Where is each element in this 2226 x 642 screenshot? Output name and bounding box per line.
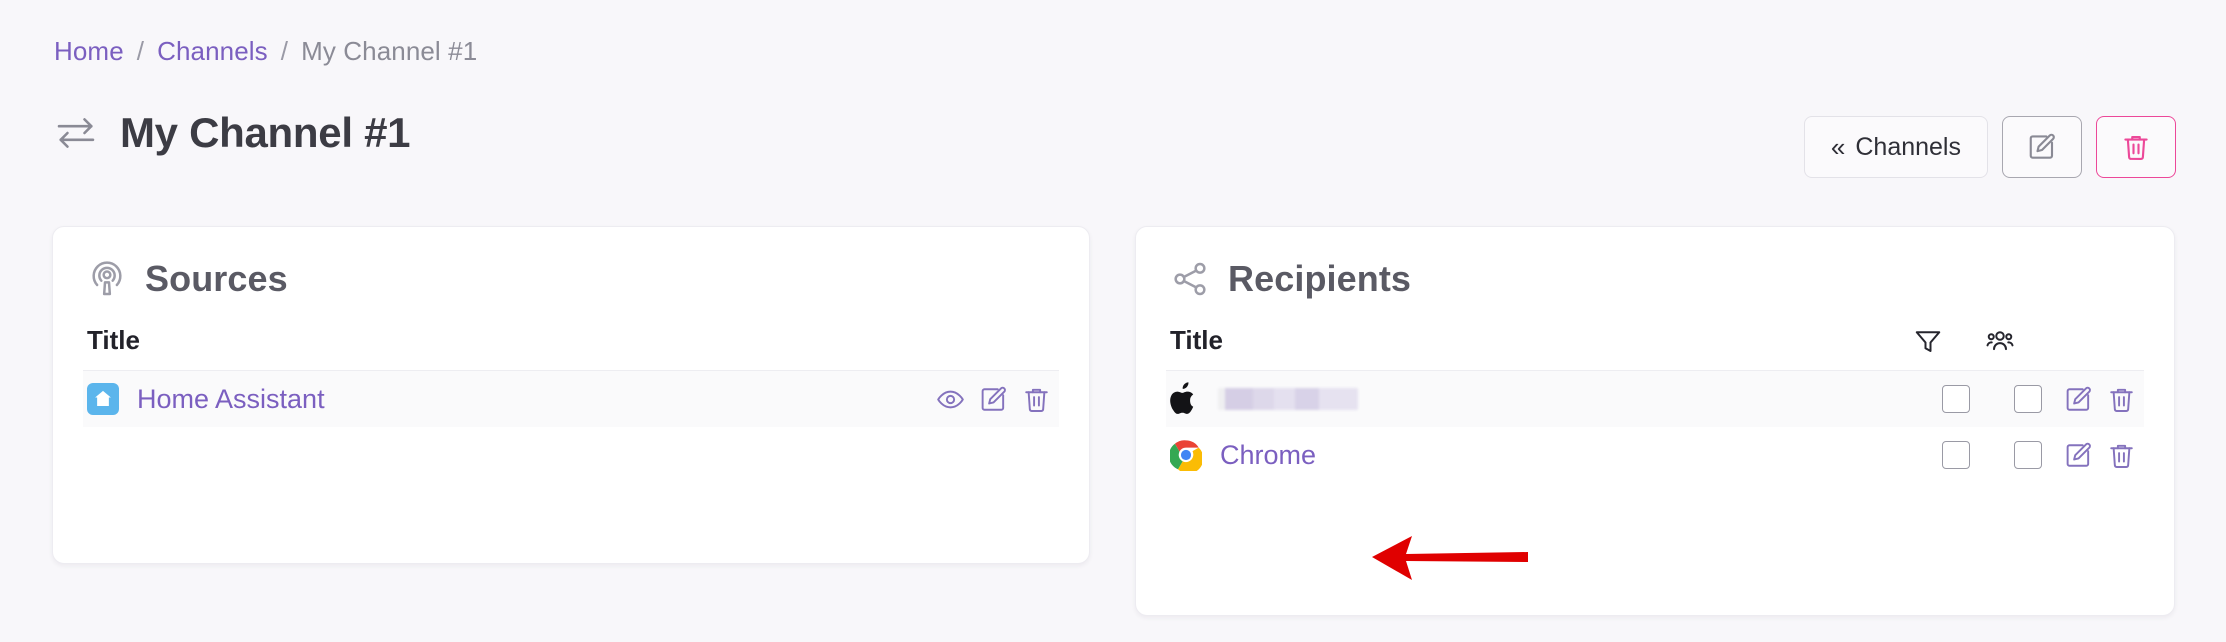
- source-row-label-cell: Home Assistant: [87, 383, 936, 415]
- exchange-arrows-icon: [57, 118, 95, 148]
- page-title-row: My Channel #1: [54, 110, 410, 156]
- column-header-title: Title: [87, 325, 140, 355]
- funnel-filter-icon: [1915, 330, 1941, 352]
- breadcrumb-item-home[interactable]: Home: [54, 36, 124, 66]
- recipients-card: Recipients Title Chrome: [1135, 226, 2175, 616]
- house-glyph: [95, 390, 111, 407]
- recipient-row-label-cell: Chrome: [1170, 439, 1920, 471]
- chevron-double-left-icon: «: [1830, 132, 1846, 162]
- recipients-card-header: Recipients: [1136, 227, 2174, 299]
- people-group-icon: [1986, 330, 2014, 350]
- trash-icon[interactable]: [2107, 441, 2136, 470]
- recipient-group-checkbox-cell: [1992, 385, 2064, 413]
- breadcrumb-separator: /: [280, 36, 289, 66]
- breadcrumb-separator: /: [136, 36, 145, 66]
- page-root: Home / Channels / My Channel #1 My Chann…: [0, 0, 2226, 642]
- recipient-filter-checkbox[interactable]: [1942, 385, 1970, 413]
- recipient-title[interactable]: Chrome: [1220, 440, 1316, 471]
- home-assistant-icon: [87, 383, 119, 415]
- recipient-row-actions: [2064, 441, 2140, 470]
- breadcrumb: Home / Channels / My Channel #1: [54, 36, 477, 66]
- edit-square-icon[interactable]: [979, 385, 1008, 414]
- source-title[interactable]: Home Assistant: [137, 384, 325, 415]
- recipients-table: Title Chrome: [1136, 325, 2174, 483]
- recipient-title-redacted[interactable]: [1218, 388, 1358, 410]
- column-header-filter[interactable]: [1892, 326, 1964, 356]
- edit-channel-button[interactable]: [2002, 116, 2082, 178]
- recipient-row-label-cell: [1170, 382, 1920, 416]
- source-row-actions: [936, 385, 1055, 414]
- table-row[interactable]: Chrome: [1166, 427, 2144, 483]
- breadcrumb-item-current: My Channel #1: [301, 36, 478, 66]
- recipient-row-actions: [2064, 385, 2140, 414]
- back-to-channels-label: Channels: [1855, 132, 1961, 161]
- edit-square-icon: [2029, 133, 2055, 159]
- column-header-group[interactable]: [1964, 326, 2036, 356]
- broadcast-podcast-icon: [92, 261, 122, 296]
- trash-icon[interactable]: [2107, 385, 2136, 414]
- back-to-channels-button[interactable]: « Channels: [1803, 116, 1988, 178]
- column-header-title: Title: [1170, 325, 1223, 355]
- sources-card: Sources Title Home Assistant: [52, 226, 1090, 564]
- recipient-filter-checkbox-cell: [1920, 441, 1992, 469]
- edit-square-icon[interactable]: [2064, 385, 2093, 414]
- trash-icon: [2124, 135, 2148, 160]
- apple-icon: [1170, 382, 1194, 414]
- sources-table-header: Title: [83, 325, 1059, 371]
- chrome-icon: [1170, 440, 1202, 471]
- recipient-group-checkbox[interactable]: [2014, 385, 2042, 413]
- share-nodes-icon: [1174, 262, 1206, 296]
- breadcrumb-item-channels[interactable]: Channels: [157, 36, 268, 66]
- page-title: My Channel #1: [120, 109, 411, 156]
- recipient-filter-checkbox[interactable]: [1942, 441, 1970, 469]
- trash-icon[interactable]: [1022, 385, 1051, 414]
- recipient-filter-checkbox-cell: [1920, 385, 1992, 413]
- header-actions: « Channels: [1803, 116, 2176, 178]
- recipients-card-title: Recipients: [1228, 258, 1412, 299]
- table-row[interactable]: Home Assistant: [83, 371, 1059, 427]
- recipients-table-header: Title: [1166, 325, 2144, 371]
- recipient-group-checkbox-cell: [1992, 441, 2064, 469]
- table-row[interactable]: [1166, 371, 2144, 427]
- sources-card-header: Sources: [53, 227, 1089, 299]
- recipient-group-checkbox[interactable]: [2014, 441, 2042, 469]
- sources-table: Title Home Assistant: [53, 325, 1089, 427]
- delete-channel-button[interactable]: [2096, 116, 2176, 178]
- sources-card-title: Sources: [145, 258, 288, 299]
- edit-square-icon[interactable]: [2064, 441, 2093, 470]
- eye-icon[interactable]: [936, 385, 965, 414]
